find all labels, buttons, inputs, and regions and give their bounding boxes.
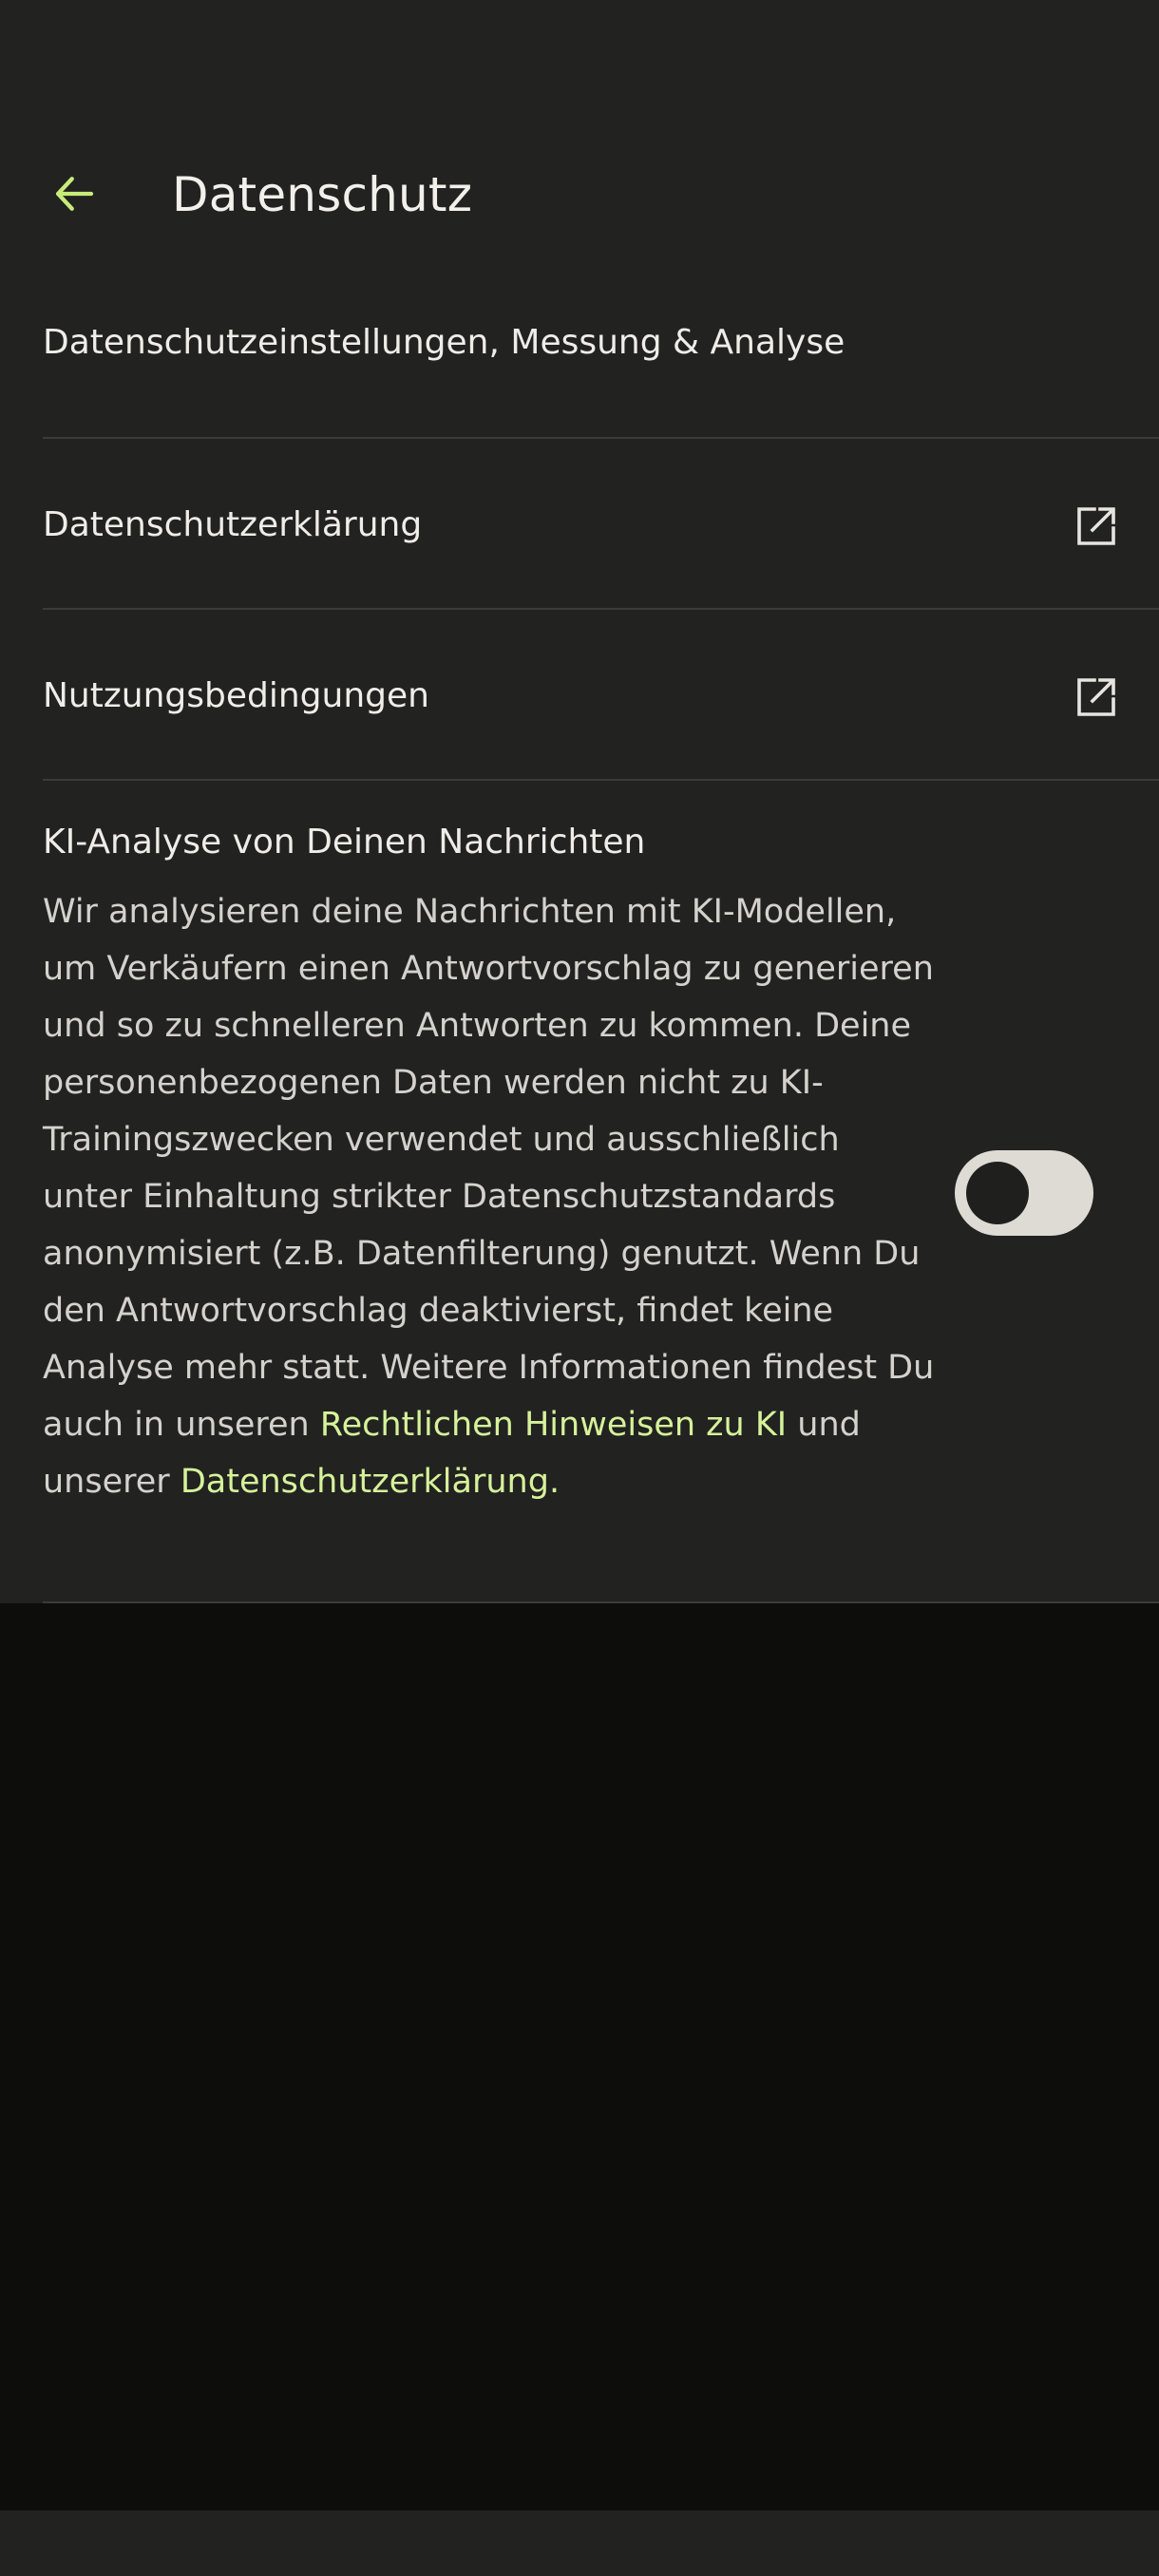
navigation-bar [0, 2510, 1159, 2576]
external-link-icon [1074, 503, 1119, 549]
ai-analysis-description: Wir analysieren deine Nachrichten mit KI… [43, 883, 936, 1510]
ai-analysis-section: KI-Analyse von Deinen Nachrichten Wir an… [43, 781, 1159, 1603]
toggle-knob [966, 1162, 1029, 1224]
ai-privacy-policy-link[interactable]: Datenschutzerklärung [180, 1463, 549, 1501]
ai-description-end: . [548, 1463, 560, 1501]
settings-panel: Datenschutz Datenschutzeinstellungen, Me… [0, 0, 1159, 1603]
arrow-left-icon [48, 168, 100, 223]
privacy-policy-label: Datenschutzerklärung [43, 505, 423, 544]
privacy-settings-row[interactable]: Datenschutzeinstellungen, Messung & Anal… [43, 275, 1159, 439]
ai-description-text: Wir analysieren deine Nachrichten mit KI… [43, 893, 935, 1444]
back-button[interactable] [27, 154, 122, 237]
privacy-settings-label: Datenschutzeinstellungen, Messung & Anal… [43, 323, 846, 362]
app-bar: Datenschutz [0, 133, 1159, 256]
terms-of-use-label: Nutzungsbedingungen [43, 676, 429, 715]
privacy-policy-row[interactable]: Datenschutzerklärung [43, 439, 1159, 610]
ai-analysis-toggle[interactable] [955, 1150, 1093, 1236]
page-title: Datenschutz [172, 167, 473, 222]
ai-legal-notice-link[interactable]: Rechtlichen Hinweisen zu KI [320, 1406, 787, 1444]
status-bar [0, 0, 1159, 104]
ai-analysis-title: KI-Analyse von Deinen Nachrichten [43, 823, 646, 862]
terms-of-use-row[interactable]: Nutzungsbedingungen [43, 610, 1159, 781]
external-link-icon [1074, 674, 1119, 720]
